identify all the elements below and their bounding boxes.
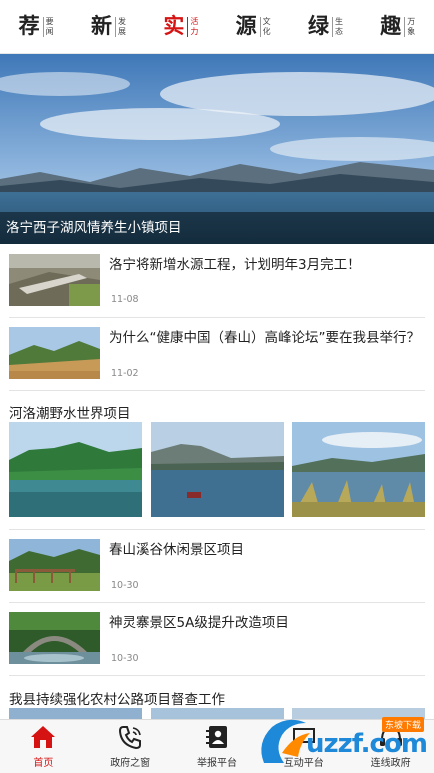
watermark-swirl-icon — [261, 719, 310, 763]
news-thumbnail — [9, 254, 100, 306]
tab-sub-char: 发 — [117, 16, 126, 26]
tab-ecology-sub: 生态 — [331, 16, 343, 37]
news-thumbnail — [9, 327, 100, 379]
tab-culture-sub: 文化 — [259, 16, 271, 37]
tab-fun-label: 趣 — [380, 14, 402, 38]
news-item[interactable]: 春山溪谷休闲景区项目 10-30 — [0, 530, 434, 602]
tab-sub-char: 态 — [334, 26, 343, 36]
tab-sub-char: 化 — [262, 26, 271, 36]
nav-home-label: 首页 — [33, 758, 54, 769]
nav-gov-window-label: 政府之窗 — [110, 758, 151, 769]
news-title: 洛宁将新增水源工程，计划明年3月完工！ — [109, 257, 361, 273]
tab-sub-char: 展 — [117, 26, 126, 36]
news-item[interactable]: 神灵寨景区5A级提升改造项目 10-30 — [0, 603, 434, 675]
tab-vitality-sub: 活力 — [187, 16, 199, 37]
news-item[interactable]: 为什么“健康中国（春山）高峰论坛”要在我县举行？ 11-02 — [0, 318, 434, 390]
divider — [9, 675, 425, 676]
tab-sub-char: 力 — [190, 26, 199, 36]
news-thumbnail — [9, 539, 100, 591]
home-icon — [31, 726, 56, 748]
news-item[interactable]: 洛宁将新增水源工程，计划明年3月完工！ 11-08 — [0, 244, 434, 316]
nav-report-label: 举报平台 — [196, 758, 237, 769]
watermark-text: uzzf.com — [306, 729, 428, 759]
tab-sub-char: 生 — [334, 16, 343, 26]
nav-home[interactable]: 首页 — [0, 720, 87, 773]
news-title: 为什么“健康中国（春山）高峰论坛”要在我县举行？ — [109, 330, 420, 346]
contacts-icon — [205, 726, 227, 748]
gallery-images[interactable] — [9, 422, 425, 517]
hero-banner[interactable]: 洛宁西子湖风情养生小镇项目 — [0, 54, 434, 244]
tab-recommend-label: 荐 — [18, 14, 40, 38]
tab-vitality[interactable]: 实 活力 — [145, 0, 217, 53]
tab-sub-char: 要 — [45, 16, 54, 26]
category-tabs: 荐 要闻 新 发展 实 活力 源 文化 绿 生态 趣 万象 — [0, 0, 434, 54]
watermark-logo: 东坡下载 uzzf.com — [254, 711, 434, 773]
tab-fun[interactable]: 趣 万象 — [362, 0, 434, 53]
tab-culture[interactable]: 源 文化 — [217, 0, 289, 53]
gallery-image — [9, 708, 142, 719]
gallery-title[interactable]: 河洛潮野水世界项目 — [9, 402, 131, 422]
tab-sub-char: 万 — [407, 16, 416, 26]
nav-gov-window[interactable]: 政府之窗 — [87, 720, 174, 773]
tab-sub-char: 活 — [190, 16, 199, 26]
news-thumbnail — [9, 612, 100, 664]
tab-ecology[interactable]: 绿 生态 — [289, 0, 361, 53]
news-title-partial[interactable]: 我县持续强化农村公路项目督查工作 — [9, 688, 225, 708]
tab-recommend-sub: 要闻 — [42, 16, 54, 37]
news-date: 11-08 — [111, 294, 139, 305]
news-title: 春山溪谷休闲景区项目 — [109, 542, 244, 558]
tab-new-sub: 发展 — [114, 16, 126, 37]
tab-new[interactable]: 新 发展 — [72, 0, 144, 53]
news-date: 10-30 — [111, 580, 139, 591]
tab-ecology-label: 绿 — [307, 14, 329, 38]
gallery-image[interactable] — [150, 422, 284, 517]
phone-icon — [119, 726, 142, 750]
tab-sub-char: 象 — [407, 26, 416, 36]
tab-sub-char: 闻 — [45, 26, 54, 36]
news-date: 11-02 — [111, 368, 139, 379]
tab-new-label: 新 — [90, 14, 112, 38]
divider — [9, 390, 425, 391]
tab-fun-sub: 万象 — [404, 16, 416, 37]
tab-vitality-label: 实 — [163, 14, 185, 38]
gallery-image[interactable] — [292, 422, 425, 517]
nav-report[interactable]: 举报平台 — [174, 720, 261, 773]
tab-recommend[interactable]: 荐 要闻 — [0, 0, 72, 53]
news-title: 神灵寨景区5A级提升改造项目 — [109, 615, 289, 631]
news-date: 10-30 — [111, 653, 139, 664]
hero-caption: 洛宁西子湖风情养生小镇项目 — [0, 212, 434, 244]
tab-culture-label: 源 — [235, 14, 257, 38]
gallery-image[interactable] — [9, 422, 142, 517]
tab-sub-char: 文 — [262, 16, 271, 26]
